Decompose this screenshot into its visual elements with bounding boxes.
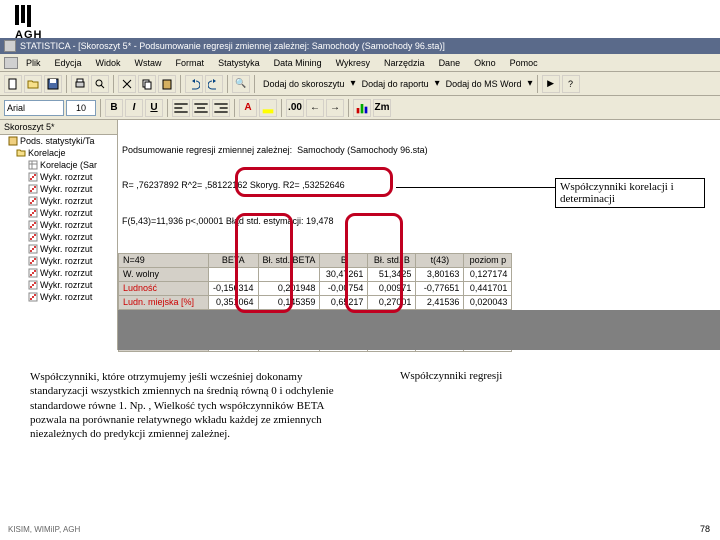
callout-correlation: Współczynniki korelacji i determinacji xyxy=(555,178,705,208)
tree-item[interactable]: Wykr. rozrzut xyxy=(0,207,117,219)
italic-button[interactable]: I xyxy=(125,99,143,117)
empty-gray-area xyxy=(118,310,720,350)
find-button[interactable]: 🔍 xyxy=(232,75,250,93)
tree-item[interactable]: Wykr. rozrzut xyxy=(0,219,117,231)
chart-button[interactable] xyxy=(353,99,371,117)
undo-button[interactable] xyxy=(185,75,203,93)
tree-item[interactable]: Wykr. rozrzut xyxy=(0,183,117,195)
control-icon[interactable] xyxy=(4,57,18,69)
tree-tab[interactable]: Skoroszyt 5* xyxy=(0,120,117,135)
menu-charts[interactable]: Wykresy xyxy=(330,56,376,70)
redo-button[interactable] xyxy=(205,75,223,93)
underline-button[interactable]: U xyxy=(145,99,163,117)
table-row[interactable]: Ludn. miejska [%]0,3510640,1453590,65217… xyxy=(119,295,512,309)
tree-item[interactable]: Wykr. rozrzut xyxy=(0,267,117,279)
paste-button[interactable] xyxy=(158,75,176,93)
menu-format[interactable]: Format xyxy=(170,56,211,70)
footer-text: KISIM, WIMiIP, AGH xyxy=(8,525,80,534)
menu-tools[interactable]: Narzędzia xyxy=(378,56,431,70)
annotation-regression-coef: Współczynniki regresji xyxy=(400,370,600,382)
open-button[interactable] xyxy=(24,75,42,93)
annotation-beta-explanation: Współczynniki, które otrzymujemy jeśli w… xyxy=(30,370,360,441)
window-title: STATISTICA - [Skoroszyt 5* - Podsumowani… xyxy=(20,41,445,51)
copy-button[interactable] xyxy=(138,75,156,93)
menu-help[interactable]: Pomoc xyxy=(504,56,544,70)
menu-view[interactable]: Widok xyxy=(90,56,127,70)
menu-insert[interactable]: Wstaw xyxy=(129,56,168,70)
menu-datamining[interactable]: Data Mining xyxy=(268,56,328,70)
menu-edit[interactable]: Edycja xyxy=(49,56,88,70)
table-row[interactable]: Ludność-0,1563140,201948-0,007540,00971-… xyxy=(119,281,512,295)
macro-button[interactable]: ▶ xyxy=(542,75,560,93)
add-to-word[interactable]: Dodaj do MS Word xyxy=(442,77,526,91)
preview-button[interactable] xyxy=(91,75,109,93)
add-to-workbook[interactable]: Dodaj do skoroszytu xyxy=(259,77,349,91)
fill-color-button[interactable] xyxy=(259,99,277,117)
bold-button[interactable]: B xyxy=(105,99,123,117)
agh-logo: AGH xyxy=(15,5,42,41)
tree-item[interactable]: Wykr. rozrzut xyxy=(0,291,117,303)
menubar: Plik Edycja Widok Wstaw Format Statystyk… xyxy=(0,54,720,72)
font-color-button[interactable]: A xyxy=(239,99,257,117)
save-button[interactable] xyxy=(44,75,62,93)
menu-window[interactable]: Okno xyxy=(468,56,502,70)
help-button[interactable]: ? xyxy=(562,75,580,93)
tree-item[interactable]: Wykr. rozrzut xyxy=(0,243,117,255)
tree-item[interactable]: Wykr. rozrzut xyxy=(0,195,117,207)
font-select[interactable] xyxy=(4,100,64,116)
vars-button[interactable]: Zm xyxy=(373,99,391,117)
size-select[interactable] xyxy=(66,100,96,116)
format-toolbar: B I U A .00 ← → Zm xyxy=(0,96,720,120)
cut-button[interactable] xyxy=(118,75,136,93)
table-row[interactable]: W. wolny30,4726151,34253,801630,127174 xyxy=(119,267,512,281)
menu-data[interactable]: Dane xyxy=(433,56,467,70)
tree-item[interactable]: Wykr. rozrzut xyxy=(0,279,117,291)
tree-item[interactable]: Wykr. rozrzut xyxy=(0,231,117,243)
new-button[interactable] xyxy=(4,75,22,93)
increase-decimal-button[interactable]: ← xyxy=(306,99,324,117)
tree-item[interactable]: Wykr. rozrzut xyxy=(0,171,117,183)
tree-item[interactable]: Korelacje (Sar xyxy=(0,159,117,171)
align-left-button[interactable] xyxy=(172,99,190,117)
tree-item[interactable]: Korelacje xyxy=(0,147,117,159)
menu-file[interactable]: Plik xyxy=(20,56,47,70)
window-titlebar: STATISTICA - [Skoroszyt 5* - Podsumowani… xyxy=(0,38,720,54)
decrease-decimal-button[interactable]: → xyxy=(326,99,344,117)
main-toolbar: 🔍 Dodaj do skoroszytu▾ Dodaj do raportu▾… xyxy=(0,72,720,96)
align-center-button[interactable] xyxy=(192,99,210,117)
page-number: 78 xyxy=(700,524,710,534)
workbook-tree[interactable]: Skoroszyt 5* Pods. statystyki/TaKorelacj… xyxy=(0,120,118,350)
menu-statistics[interactable]: Statystyka xyxy=(212,56,266,70)
tree-item[interactable]: Pods. statystyki/Ta xyxy=(0,135,117,147)
add-to-report[interactable]: Dodaj do raportu xyxy=(358,77,433,91)
format-decimals-button[interactable]: .00 xyxy=(286,99,304,117)
app-icon xyxy=(4,40,16,52)
tree-item[interactable]: Wykr. rozrzut xyxy=(0,255,117,267)
print-button[interactable] xyxy=(71,75,89,93)
align-right-button[interactable] xyxy=(212,99,230,117)
